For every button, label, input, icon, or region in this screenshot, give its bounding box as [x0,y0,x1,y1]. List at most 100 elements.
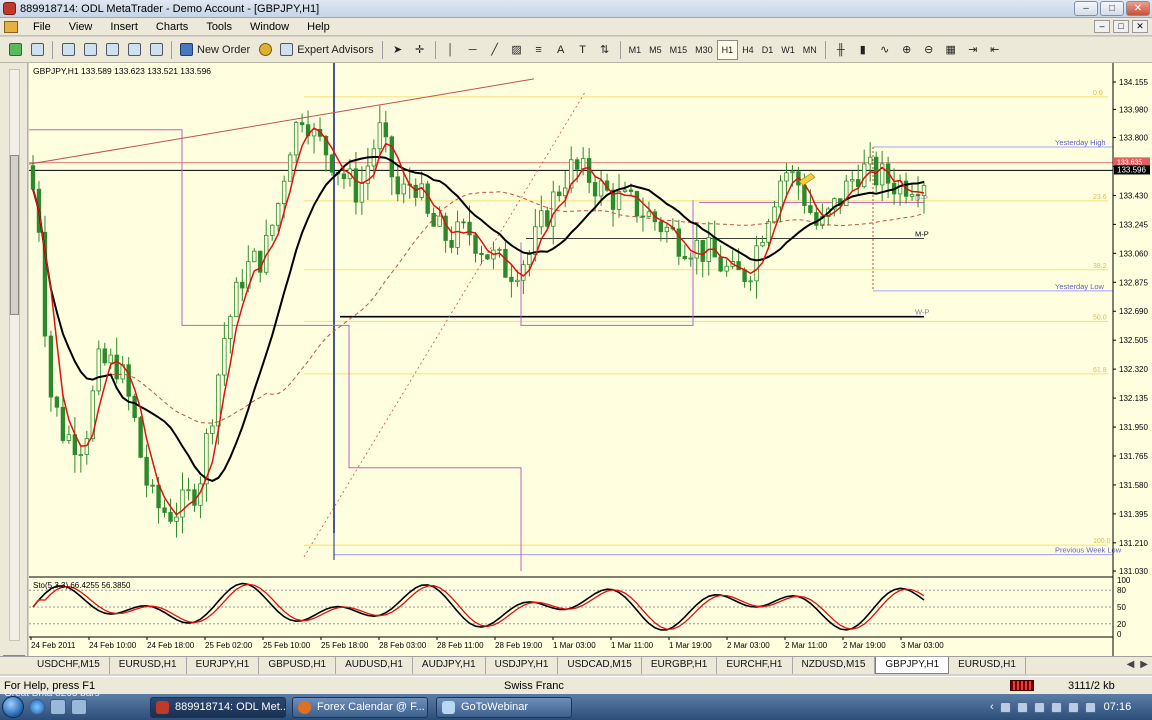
metaeditor-button[interactable] [255,40,275,60]
mdi-close-button[interactable]: ✕ [1132,20,1148,33]
auto-scroll-button[interactable]: ⇥ [963,40,983,60]
fibonacci-tool-button[interactable]: ≡ [529,40,549,60]
start-button[interactable] [2,696,24,718]
taskbar-forex-calendar-button[interactable]: Forex Calendar @ F... [292,697,428,718]
menu-charts[interactable]: Charts [147,21,197,33]
timeframe-h1[interactable]: H1 [716,39,739,60]
tab-eurusd-h1-2[interactable]: EURUSD,H1 [949,657,1026,674]
close-button[interactable]: ✕ [1126,1,1150,16]
crosshair-tool-button[interactable]: ✛ [410,40,430,60]
profiles-button[interactable] [27,40,47,60]
timeframe-h4[interactable]: H4 [738,40,758,60]
time-tick-label: 1 Mar 03:00 [553,641,596,650]
tray-volume-icon[interactable] [1050,701,1062,713]
tab-eurgbp-h1[interactable]: EURGBP,H1 [642,657,718,674]
candle-body [479,252,484,256]
price-chart[interactable]: 0.0 23.6 38.2 50.0 61.8 100.0 Yesterday High Ye… [29,63,1152,656]
candle-body [527,254,532,266]
channel-tool-button[interactable]: ▨ [507,40,527,60]
market-watch-icon [61,43,75,56]
candle-body [114,354,119,380]
timeframe-m30[interactable]: M30 [691,40,717,60]
data-window-button[interactable] [80,40,100,60]
horizontal-line-tool-button[interactable]: ─ [463,40,483,60]
tab-audjpy-h1[interactable]: AUDJPY,H1 [413,657,486,674]
weekly-pivot-line-label: W-P [915,308,929,317]
text-tool-button[interactable]: A [551,40,571,60]
tray-app-icon[interactable] [1016,701,1028,713]
tab-usdcad-m15[interactable]: USDCAD,M15 [558,657,642,674]
candle-body [718,256,723,272]
tab-audusd-h1[interactable]: AUDUSD,H1 [336,657,413,674]
menu-file[interactable]: File [24,21,60,33]
mdi-controls: – □ ✕ [1094,20,1148,33]
menu-window[interactable]: Window [241,21,298,33]
show-desktop-icon[interactable] [50,699,66,715]
line-chart-button[interactable]: ∿ [875,40,895,60]
time-tick-label: 2 Mar 11:00 [785,641,828,650]
tab-gbpjpy-h1[interactable]: GBPJPY,H1 [875,657,950,674]
menu-bar: File View Insert Charts Tools Window Hel… [0,18,1152,36]
tile-windows-button[interactable]: ▦ [941,40,961,60]
candlestick-chart-button[interactable]: ▮ [853,40,873,60]
zoom-out-button[interactable]: ⊖ [919,40,939,60]
zoom-in-button[interactable]: ⊕ [897,40,917,60]
new-chart-button[interactable] [5,40,25,60]
chart-shift-button[interactable]: ⇤ [985,40,1005,60]
taskbar-gotowebinar-button[interactable]: GoToWebinar [436,697,572,718]
tab-usdchf-m15[interactable]: USDCHF,M15 [28,657,110,674]
tab-eurusd-h1[interactable]: EURUSD,H1 [110,657,187,674]
tab-scroll-left-icon[interactable]: ◀ [1127,659,1135,670]
menu-help[interactable]: Help [298,21,339,33]
tab-nzdusd-m15[interactable]: NZDUSD,M15 [793,657,876,674]
timeframe-w1[interactable]: W1 [777,40,799,60]
internet-explorer-icon[interactable] [29,699,45,715]
cursor-tool-button[interactable]: ➤ [388,40,408,60]
tab-gbpusd-h1[interactable]: GBPUSD,H1 [259,657,337,674]
vertical-line-tool-button[interactable]: │ [441,40,461,60]
tray-expand-icon[interactable]: ‹ [990,701,994,713]
tab-eurchf-h1[interactable]: EURCHF,H1 [717,657,793,674]
timeframe-m5[interactable]: M5 [645,40,666,60]
tab-eurjpy-h1[interactable]: EURJPY,H1 [187,657,260,674]
tray-update-icon[interactable] [1067,701,1079,713]
scrollbar-thumb[interactable] [10,155,19,315]
bar-chart-icon: ╫ [836,43,845,56]
candle-body [186,489,191,492]
menu-tools[interactable]: Tools [197,21,241,33]
text-label-tool-button[interactable]: T [573,40,593,60]
timeframe-mn[interactable]: MN [799,40,821,60]
tab-usdjpy-h1[interactable]: USDJPY,H1 [486,657,559,674]
strategy-tester-button[interactable] [146,40,166,60]
menu-insert[interactable]: Insert [101,21,147,33]
candle-body [557,191,562,197]
candle-body [287,154,293,182]
menu-view[interactable]: View [60,21,102,33]
bar-chart-button[interactable]: ╫ [831,40,851,60]
taskbar-metatrader-button[interactable]: 889918714: ODL Met... [150,697,286,718]
new-order-button[interactable]: New Order [177,40,253,60]
arrows-tool-button[interactable]: ⇅ [595,40,615,60]
timeframe-m1[interactable]: M1 [625,40,646,60]
minimize-button[interactable]: – [1074,1,1098,16]
expert-advisors-button[interactable]: Expert Advisors [277,40,376,60]
market-watch-button[interactable] [58,40,78,60]
navigator-button[interactable] [102,40,122,60]
time-tick-label: 28 Feb 03:00 [379,641,427,650]
title-bar: 889918714: ODL MetaTrader - Demo Account… [0,0,1152,18]
time-tick-label: 2 Mar 19:00 [843,641,886,650]
candle-body [497,248,502,251]
timeframe-d1[interactable]: D1 [758,40,778,60]
mdi-minimize-button[interactable]: – [1094,20,1110,33]
metaeditor-icon [258,43,272,56]
tray-power-icon[interactable] [1084,701,1096,713]
tray-security-icon[interactable] [1033,701,1045,713]
switch-windows-icon[interactable] [71,699,87,715]
terminal-button[interactable] [124,40,144,60]
trendline-tool-button[interactable]: ╱ [485,40,505,60]
tray-network-icon[interactable] [999,701,1011,713]
mdi-restore-button[interactable]: □ [1113,20,1129,33]
tab-scroll-right-icon[interactable]: ▶ [1140,659,1148,670]
timeframe-m15[interactable]: M15 [666,40,692,60]
maximize-button[interactable]: □ [1100,1,1124,16]
